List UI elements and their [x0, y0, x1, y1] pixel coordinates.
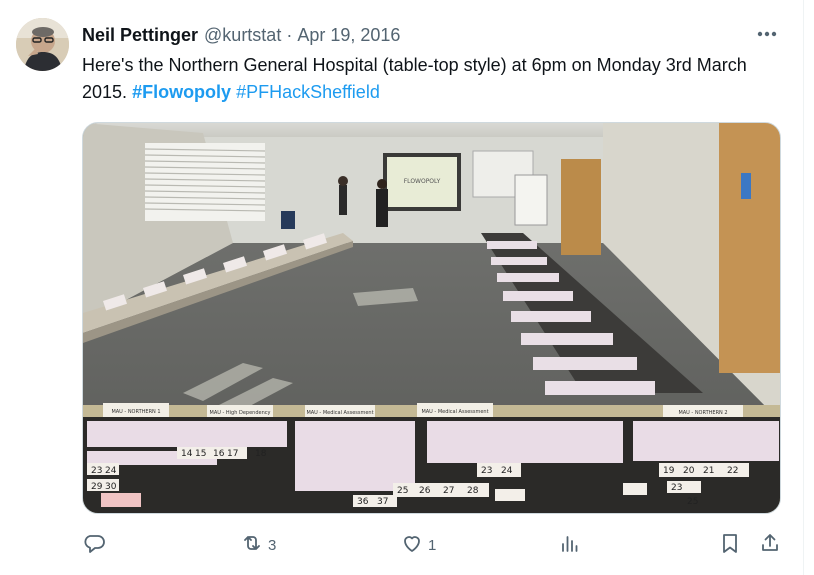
card-number: 21 [703, 466, 714, 476]
table-label-4: MAU - Medical Assessment [421, 409, 488, 415]
reply-button[interactable] [82, 530, 110, 560]
table-label-2: MAU - High Dependency [210, 410, 271, 416]
retweet-count: 3 [268, 536, 277, 554]
retweet-button[interactable]: 3 [240, 530, 276, 560]
share-icon [758, 531, 782, 559]
card-number: 24 [105, 466, 117, 476]
projector-screen-text: FLOWOPOLY [404, 178, 441, 185]
card-number: 30 [105, 482, 117, 492]
card-number: 16 [213, 449, 225, 459]
avatar[interactable] [16, 18, 69, 71]
card-number: 29 [91, 482, 103, 492]
reply-icon [82, 531, 106, 559]
tweet-text: Here's the Northern General Hospital (ta… [82, 52, 772, 106]
tweet-date[interactable]: Apr 19, 2016 [297, 25, 400, 46]
retweet-icon [240, 531, 264, 559]
card-number: 19 [663, 466, 675, 476]
share-button[interactable] [758, 530, 782, 560]
card-number: 26 [419, 486, 431, 496]
more-icon[interactable] [755, 22, 779, 46]
views-icon [558, 531, 582, 559]
bookmark-icon [718, 531, 742, 559]
card-number: 36 [357, 497, 369, 507]
table-label-3: MAU - Medical Assessment [306, 410, 373, 416]
card-number: 25 [397, 486, 408, 496]
author-handle[interactable]: @kurtstat [204, 25, 281, 46]
card-number: 37 [377, 497, 388, 507]
card-number: 28 [467, 486, 479, 496]
table-label-5: MAU - NORTHERN 2 [678, 410, 727, 416]
card-number: 20 [683, 466, 695, 476]
tweet-photo[interactable]: FLOWOPOLY MAU - NORTHERN 1 MAU - High De… [82, 122, 781, 514]
hospital-room-photo: FLOWOPOLY MAU - NORTHERN 1 MAU - High De… [83, 123, 780, 513]
like-icon [400, 531, 424, 559]
like-button[interactable]: 1 [400, 530, 436, 560]
card-number: 17 [227, 449, 238, 459]
card-number: 23 [91, 466, 102, 476]
hashtag-flowopoly[interactable]: #Flowopoly [132, 82, 231, 102]
tweet-actions: 3 1 [82, 530, 782, 560]
card-number: 23 [481, 466, 492, 476]
card-number: 22 [727, 466, 738, 476]
author-name[interactable]: Neil Pettinger [82, 25, 198, 46]
card-number: 25 [687, 497, 698, 507]
card-number: 27 [443, 486, 454, 496]
tweet-header: Neil Pettinger @kurtstat · Apr 19, 2016 [82, 22, 787, 48]
card-number: 14 [181, 449, 193, 459]
card-number: 24 [501, 466, 513, 476]
bookmark-button[interactable] [718, 530, 742, 560]
hashtag-pfhacksheffield[interactable]: #PFHackSheffield [236, 82, 380, 102]
card-number: 23 [671, 483, 682, 493]
tweet: Neil Pettinger @kurtstat · Apr 19, 2016 … [0, 0, 804, 575]
like-count: 1 [428, 536, 437, 554]
table-label-1: MAU - NORTHERN 1 [111, 409, 160, 415]
card-number: 18 [255, 449, 267, 459]
card-number: 15 [195, 449, 206, 459]
separator: · [286, 24, 293, 45]
views-button[interactable] [558, 530, 582, 560]
